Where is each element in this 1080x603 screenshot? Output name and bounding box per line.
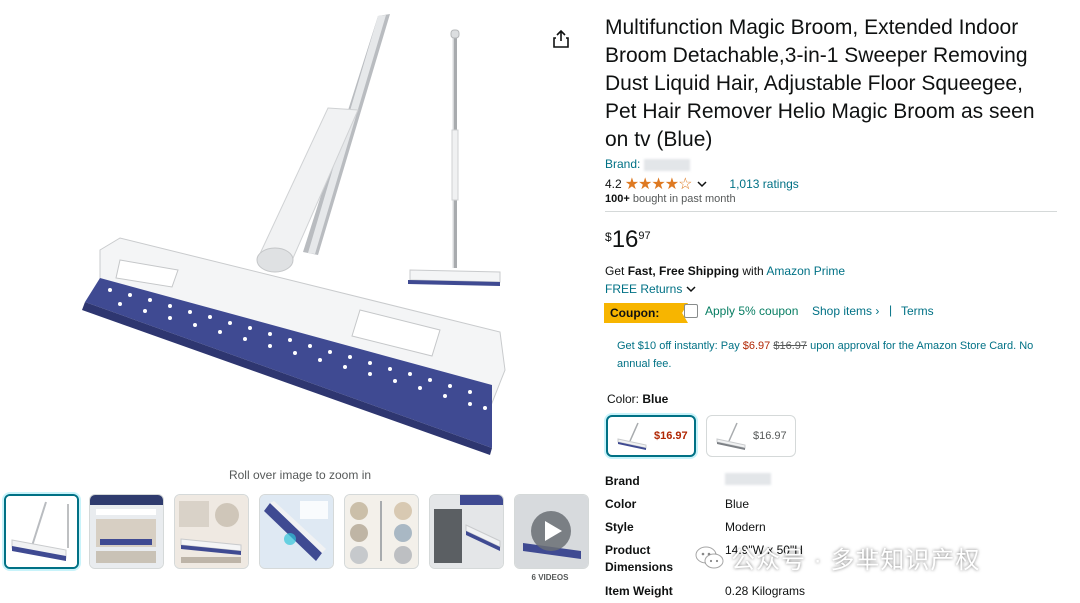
apply-coupon-label[interactable]: Apply 5% coupon (705, 304, 798, 318)
shipping-bold: Fast, Free Shipping (627, 264, 740, 278)
brand-label: Brand: (605, 157, 641, 171)
free-returns-link[interactable]: FREE Returns (605, 282, 696, 296)
offer-text-pre: Get $10 off instantly: Pay (617, 340, 743, 352)
divider (605, 211, 1057, 212)
broom-swatch-image (716, 422, 746, 450)
coupon-checkbox[interactable] (684, 304, 698, 318)
bought-past-month: 100+ bought in past month (605, 193, 736, 205)
price-whole: 16 (611, 226, 639, 253)
shipping-mid: with (739, 264, 767, 278)
swatch-price: $16.97 (654, 430, 688, 442)
swatch-price: $16.97 (753, 430, 787, 442)
star-rating-icon[interactable]: ★★★★☆ (625, 174, 693, 194)
spec-key: Color (605, 497, 637, 511)
spec-key: Item Weight (605, 584, 673, 598)
color-swatch-blue[interactable]: $16.97 (606, 415, 696, 457)
color-selected: Blue (642, 392, 669, 406)
wechat-icon (695, 546, 724, 568)
spec-value: 0.28 Kilograms (725, 584, 806, 598)
color-label-key: Color: (607, 392, 643, 406)
broom-swatch-image (617, 422, 647, 450)
shipping-info: Get Fast, Free Shipping with Amazon Prim… (605, 264, 845, 278)
color-label: Color: Blue (607, 392, 668, 406)
brand-row[interactable]: Brand: (605, 157, 691, 171)
videos-count-label: 6 VIDEOS (531, 573, 569, 582)
brand-name-redacted (644, 158, 691, 171)
free-returns-label: FREE Returns (605, 282, 683, 296)
coupon-badge: Coupon: (604, 303, 688, 323)
rating-value: 4.2 (605, 177, 622, 191)
spec-value: Blue (725, 497, 750, 511)
thumbnail-5[interactable] (344, 494, 419, 569)
thumbnail-strip (4, 494, 589, 569)
store-card-offer[interactable]: Get $10 off instantly: Pay $6.97 $16.97 … (617, 337, 1057, 373)
bought-text: bought in past month (629, 193, 736, 205)
product-title: Multifunction Magic Broom, Extended Indo… (605, 16, 1035, 151)
thumbnail-3[interactable] (174, 494, 249, 569)
rating-row: 4.2 ★★★★☆ 1,013 ratings (605, 174, 799, 194)
spec-value-redacted (725, 473, 771, 490)
shop-items-link[interactable]: Shop items › (812, 304, 879, 318)
spec-key: Brand (605, 474, 640, 488)
video-thumbnail[interactable] (514, 494, 589, 569)
price: $1697 (605, 226, 651, 254)
offer-old-price: $16.97 (773, 340, 808, 352)
spec-value: Modern (725, 520, 766, 534)
shipping-prefix: Get (605, 264, 628, 278)
offer-new-price: $6.97 (742, 340, 771, 352)
ratings-count-link[interactable]: 1,013 ratings (729, 177, 798, 191)
spec-key: Style (605, 520, 634, 534)
thumbnail-6[interactable] (429, 494, 504, 569)
wechat-watermark: 公众号 · 多芈知识产权 (695, 540, 980, 575)
spec-key: Product Dimensions (605, 543, 674, 574)
terms-link[interactable]: Terms (901, 304, 934, 318)
bought-count: 100+ (605, 193, 630, 205)
price-fraction: 97 (638, 230, 651, 242)
thumbnail-4[interactable] (259, 494, 334, 569)
chevron-down-icon[interactable] (697, 179, 707, 189)
watermark-text: 公众号 · 多芈知识产权 (731, 547, 981, 574)
chevron-down-icon (686, 286, 696, 293)
share-icon[interactable] (550, 28, 572, 50)
zoom-hint: Roll over image to zoom in (228, 468, 372, 482)
price-symbol: $ (605, 230, 612, 244)
amazon-prime-link[interactable]: Amazon Prime (766, 264, 845, 278)
main-product-image[interactable] (60, 10, 530, 460)
color-swatch-alt[interactable]: $16.97 (706, 415, 796, 457)
thumbnail-2[interactable] (89, 494, 164, 569)
separator: | (889, 303, 893, 317)
thumbnail-1[interactable] (4, 494, 79, 569)
